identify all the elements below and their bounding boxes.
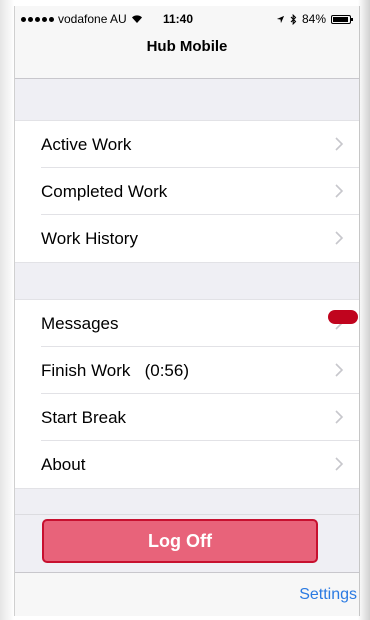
menu-item-messages[interactable]: Messages [15, 300, 359, 347]
menu-item-label: Active Work [41, 134, 132, 154]
bottom-toolbar: Settings [15, 572, 359, 616]
page-title: Hub Mobile [146, 37, 228, 55]
chevron-right-icon [335, 231, 344, 245]
menu-item-label: Finish Work (0:56) [41, 360, 190, 380]
menu-item-finish-work[interactable]: Finish Work (0:56) [15, 347, 359, 394]
annotation-marker [328, 310, 358, 324]
bluetooth-icon [290, 13, 297, 25]
signal-dots-icon [21, 16, 54, 22]
menu-item-label: About [41, 454, 86, 474]
menu-item-label: Work History [41, 228, 138, 248]
location-arrow-icon [276, 15, 285, 23]
settings-button[interactable]: Settings [299, 586, 357, 604]
status-bar: vodafone AU 11:40 84% [15, 6, 359, 30]
chevron-right-icon [335, 410, 344, 424]
menu-item-active-work[interactable]: Active Work [15, 121, 359, 168]
menu-item-completed-work[interactable]: Completed Work [15, 168, 359, 215]
battery-percent: 84% [301, 12, 326, 26]
menu-item-about[interactable]: About [15, 441, 359, 488]
menu-item-label: Messages [41, 313, 119, 333]
chevron-right-icon [335, 457, 344, 471]
menu-item-label: Start Break [41, 407, 127, 427]
carrier-name: vodafone AU [58, 12, 127, 26]
log-off-button[interactable]: Log Off [42, 519, 318, 563]
chevron-right-icon [335, 363, 344, 377]
status-time: 11:40 [163, 12, 194, 26]
work-menu-group: Active Work Completed Work Work History [15, 120, 359, 263]
session-menu-group: Messages Finish Work (0:56) Start Break … [15, 299, 359, 489]
chevron-right-icon [335, 184, 344, 198]
nav-bar: Hub Mobile [15, 30, 359, 79]
frame-shadow-left [0, 0, 14, 620]
wifi-icon [131, 15, 142, 23]
menu-item-work-history[interactable]: Work History [15, 215, 359, 262]
chevron-right-icon [335, 137, 344, 151]
menu-item-label: Completed Work [41, 181, 168, 201]
screenshot-frame: vodafone AU 11:40 84% Hub Mobile Active … [0, 0, 370, 620]
menu-item-start-break[interactable]: Start Break [15, 394, 359, 441]
battery-icon [331, 14, 353, 24]
